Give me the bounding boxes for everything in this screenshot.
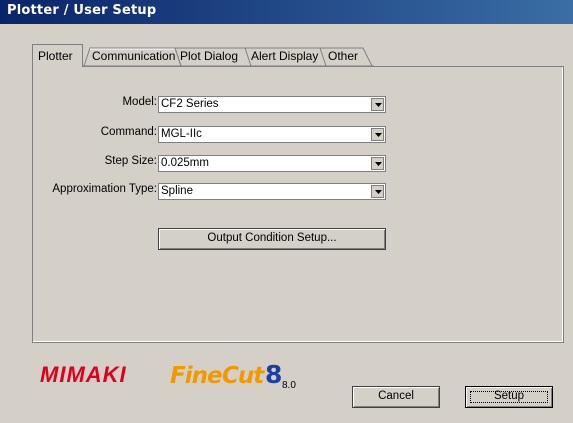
approximation-type-select[interactable]: Spline xyxy=(158,183,386,200)
step-size-label: Step Size: xyxy=(104,155,157,167)
setup-button[interactable]: Setup xyxy=(465,386,553,408)
approximation-type-label: Approximation Type: xyxy=(52,183,157,195)
command-select[interactable]: MGL-IIc xyxy=(158,126,386,143)
cancel-label: Cancel xyxy=(378,390,414,402)
tab-communication[interactable]: Communication xyxy=(92,47,176,66)
svg-text:Cut: Cut xyxy=(222,363,265,389)
dropdown-arrow-icon[interactable] xyxy=(371,185,384,198)
svg-text:8: 8 xyxy=(265,360,282,389)
tab-alert-display[interactable]: Alert Display xyxy=(251,47,321,66)
model-value: CF2 Series xyxy=(161,98,219,110)
tab-alert-display-label: Alert Display xyxy=(251,49,319,63)
command-value: MGL-IIc xyxy=(161,128,202,140)
approximation-type-value: Spline xyxy=(161,185,193,197)
tab-other-label: Other xyxy=(328,49,359,63)
mimaki-logo: MIMAKI xyxy=(40,363,127,385)
command-label: Command: xyxy=(100,126,157,138)
finecut-logo: Fine Cut 8 xyxy=(170,360,282,389)
model-label: Model: xyxy=(122,96,157,108)
output-condition-setup-button[interactable]: Output Condition Setup... xyxy=(158,228,386,250)
window-title: Plotter / User Setup xyxy=(7,3,157,18)
cancel-button[interactable]: Cancel xyxy=(352,386,440,408)
dropdown-arrow-icon[interactable] xyxy=(371,128,384,141)
version-number: 8.0 xyxy=(282,380,296,391)
dropdown-arrow-icon[interactable] xyxy=(371,157,384,170)
tab-communication-label: Communication xyxy=(92,49,176,63)
tab-other[interactable]: Other xyxy=(328,47,364,66)
tab-plotter-label: Plotter xyxy=(38,49,73,63)
output-condition-setup-label: Output Condition Setup... xyxy=(207,232,337,244)
step-size-value: 0.025mm xyxy=(161,157,209,169)
svg-text:Fine: Fine xyxy=(170,363,222,389)
tab-plot-dialog[interactable]: Plot Dialog xyxy=(180,47,244,66)
svg-text:MIMAKI: MIMAKI xyxy=(40,363,127,385)
tab-plotter[interactable]: Plotter xyxy=(32,44,83,67)
tab-plot-dialog-label: Plot Dialog xyxy=(180,49,239,63)
setup-label: Setup xyxy=(493,390,525,402)
dropdown-arrow-icon[interactable] xyxy=(371,98,384,111)
step-size-select[interactable]: 0.025mm xyxy=(158,155,386,172)
model-select[interactable]: CF2 Series xyxy=(158,96,386,113)
plotter-user-setup-window: Plotter / User Setup Plotter Communicati… xyxy=(0,0,573,423)
title-bar[interactable]: Plotter / User Setup xyxy=(0,0,573,24)
